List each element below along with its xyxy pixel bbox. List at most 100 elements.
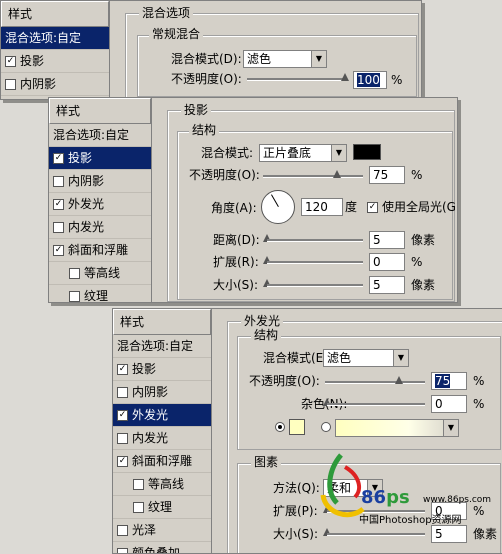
distance-input[interactable]: 5 xyxy=(369,231,405,249)
opacity-slider-track[interactable] xyxy=(263,175,363,178)
spread-unit: % xyxy=(411,255,423,269)
section2-title: 图素 xyxy=(251,455,282,469)
style-item-drop-shadow[interactable]: ✓ 投影 xyxy=(113,358,211,381)
style-item-contour[interactable]: 等高线 xyxy=(113,473,211,496)
checkbox-checked-icon[interactable]: ✓ xyxy=(117,364,128,375)
styles-list: 样式 混合选项:自定 ✓ 投影 内阴影 ✓ 外发光 内发光 ✓ 斜面和浮雕 等高线 纹… xyxy=(113,309,212,553)
opacity-unit: % xyxy=(391,73,403,87)
size-slider-track[interactable] xyxy=(267,284,363,287)
checkbox-icon[interactable] xyxy=(133,502,144,513)
style-item-drop-shadow[interactable]: ✓ 投影 xyxy=(49,147,151,170)
solid-color-radio[interactable] xyxy=(275,422,285,432)
checkbox-checked-icon[interactable]: ✓ xyxy=(117,410,128,421)
style-item-outer-glow[interactable]: ✓ 外发光 xyxy=(113,404,211,427)
checkbox-checked-icon[interactable]: ✓ xyxy=(53,245,64,256)
opacity-unit: % xyxy=(411,168,423,182)
watermark-brand: 86ps xyxy=(361,487,410,508)
drop-shadow-dialog: 样式 混合选项:自定 ✓ 投影 内阴影 ✓ 外发光 内发光 ✓ 斜面和浮雕 等高线 纹… xyxy=(48,97,458,303)
style-item-blending-options[interactable]: 混合选项:自定 xyxy=(49,124,151,147)
checkbox-icon[interactable] xyxy=(53,176,64,187)
chevron-down-icon: ▼ xyxy=(331,145,346,161)
checkbox-icon[interactable] xyxy=(117,433,128,444)
style-item-satin[interactable]: 光泽 xyxy=(113,519,211,542)
watermark-site: www.86ps.com xyxy=(423,495,492,505)
checkbox-checked-icon[interactable]: ✓ xyxy=(117,456,128,467)
style-item-blending-options[interactable]: 混合选项:自定 xyxy=(113,335,211,358)
outer-glow-dialog: 样式 混合选项:自定 ✓ 投影 内阴影 ✓ 外发光 内发光 ✓ 斜面和浮雕 等高线 纹… xyxy=(112,308,502,554)
noise-unit: % xyxy=(473,397,485,411)
style-item-contour[interactable]: 等高线 xyxy=(49,262,151,285)
angle-dial-hand xyxy=(271,194,279,207)
group-title: 外发光 xyxy=(241,314,284,328)
opacity-label: 不透明度(O): xyxy=(171,72,242,86)
styles-list: 样式 混合选项:自定 ✓ 投影 内阴影 ✓ 外发光 内发光 ✓ 斜面和浮雕 等高线 纹… xyxy=(49,98,152,302)
opacity-slider-thumb[interactable] xyxy=(341,73,349,81)
angle-input[interactable]: 120 xyxy=(301,198,343,216)
checkbox-icon[interactable] xyxy=(117,387,128,398)
style-item-inner-shadow[interactable]: 内阴影 xyxy=(1,73,109,96)
opacity-slider-thumb[interactable] xyxy=(333,170,341,178)
checkbox-icon[interactable] xyxy=(117,548,128,553)
style-item-texture[interactable]: 纹理 xyxy=(49,285,151,302)
gradient-radio[interactable] xyxy=(321,422,331,432)
opacity-slider-thumb[interactable] xyxy=(395,376,403,384)
style-item-inner-glow[interactable]: 内发光 xyxy=(113,427,211,450)
opacity-unit: % xyxy=(473,374,485,388)
checkbox-icon[interactable] xyxy=(69,291,80,302)
styles-header: 样式 xyxy=(113,309,211,335)
angle-label: 角度(A): xyxy=(211,201,257,215)
style-item-inner-glow[interactable]: 内发光 xyxy=(49,216,151,239)
gradient-select[interactable]: ▼ xyxy=(335,419,459,437)
opacity-input[interactable]: 100 xyxy=(353,71,387,89)
noise-slider-track[interactable] xyxy=(327,403,425,406)
style-item-bevel-emboss[interactable]: ✓ 斜面和浮雕 xyxy=(113,450,211,473)
blend-mode-select[interactable]: 正片叠底 ▼ xyxy=(259,144,347,162)
style-item-inner-shadow[interactable]: 内阴影 xyxy=(49,170,151,193)
size-unit: 像素 xyxy=(473,527,498,541)
checkbox-icon[interactable] xyxy=(53,222,64,233)
angle-dial[interactable] xyxy=(261,190,295,224)
opacity-input[interactable]: 75 xyxy=(431,372,467,390)
styles-header: 样式 xyxy=(49,98,151,124)
glow-color-swatch[interactable] xyxy=(289,419,305,435)
spread-slider-track[interactable] xyxy=(267,261,363,264)
style-item-blending-options[interactable]: 混合选项:自定 xyxy=(1,27,109,50)
style-item-outer-glow[interactable]: ✓ 外发光 xyxy=(49,193,151,216)
size-input[interactable]: 5 xyxy=(369,276,405,294)
global-light-checkbox[interactable]: ✓ xyxy=(367,202,378,213)
checkbox-icon[interactable] xyxy=(5,79,16,90)
opacity-slider-track[interactable] xyxy=(247,78,347,81)
style-item-drop-shadow[interactable]: ✓ 投影 xyxy=(1,50,109,73)
group-title: 混合选项 xyxy=(139,6,194,20)
checkbox-icon[interactable] xyxy=(133,479,144,490)
distance-unit: 像素 xyxy=(411,233,436,247)
chevron-down-icon: ▼ xyxy=(393,350,408,366)
opacity-slider-track[interactable] xyxy=(325,381,425,384)
watermark-cn-name: 中国Photoshop资源网 xyxy=(359,515,462,526)
spread-input[interactable]: 0 xyxy=(369,253,405,271)
shadow-color-swatch[interactable] xyxy=(353,144,381,160)
blend-mode-select[interactable]: 滤色 ▼ xyxy=(323,349,409,367)
opacity-input[interactable]: 75 xyxy=(369,166,405,184)
opacity-label: 不透明度(O): xyxy=(249,374,320,388)
style-item-inner-shadow[interactable]: 内阴影 xyxy=(113,381,211,404)
distance-label: 距离(D): xyxy=(213,233,260,247)
checkbox-checked-icon[interactable]: ✓ xyxy=(5,56,16,67)
section-title: 结构 xyxy=(189,123,220,137)
style-item-color-overlay[interactable]: 颜色叠加 xyxy=(113,542,211,553)
distance-slider-track[interactable] xyxy=(267,239,363,242)
angle-unit: 度 xyxy=(345,200,358,214)
style-item-texture[interactable]: 纹理 xyxy=(113,496,211,519)
checkbox-checked-icon[interactable]: ✓ xyxy=(53,153,64,164)
group-title: 投影 xyxy=(181,103,212,117)
noise-input[interactable]: 0 xyxy=(431,395,467,413)
size-label: 大小(S): xyxy=(273,527,319,541)
size-input[interactable]: 5 xyxy=(431,525,467,543)
checkbox-icon[interactable] xyxy=(117,525,128,536)
checkbox-checked-icon[interactable]: ✓ xyxy=(53,199,64,210)
size-slider-track[interactable] xyxy=(327,533,425,536)
style-item-bevel-emboss[interactable]: ✓ 斜面和浮雕 xyxy=(49,239,151,262)
checkbox-icon[interactable] xyxy=(69,268,80,279)
blend-mode-select[interactable]: 滤色 ▼ xyxy=(243,50,327,68)
opacity-label: 不透明度(O): xyxy=(189,168,260,182)
